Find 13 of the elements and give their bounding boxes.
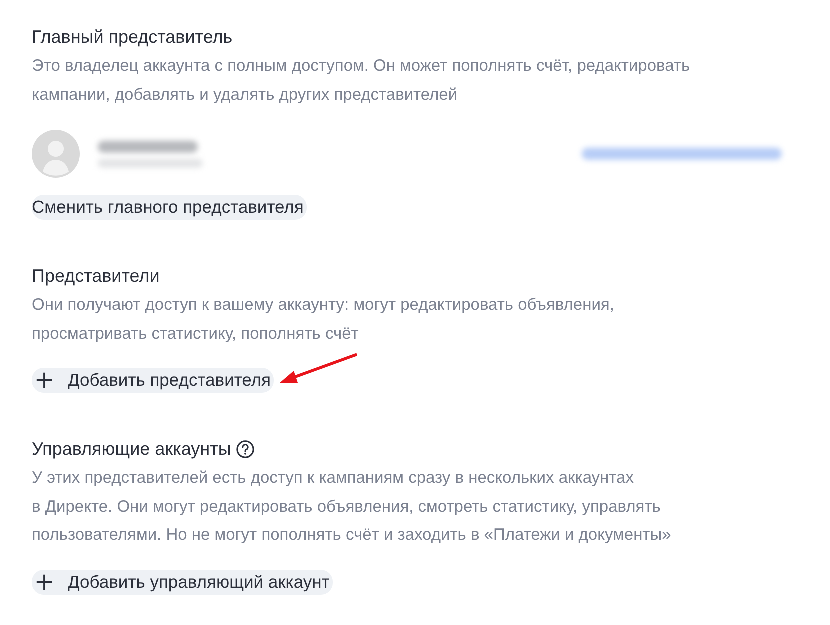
section-title: Главный представитель [32, 26, 233, 48]
plus-icon [35, 371, 54, 390]
help-icon[interactable] [236, 440, 256, 458]
change-button[interactable]: Сменить главного представителя [32, 195, 307, 220]
section-title: Управляющие аккаунты [32, 438, 232, 460]
plus-icon [35, 572, 54, 592]
section-description: Они получают доступ к вашему аккаунту: могут редактировать объявления, просматривать статистику, пополнять счёт [32, 295, 616, 344]
add-button[interactable]: Добавить управляющий аккаунт [32, 570, 333, 594]
section-description: У этих представителей есть доступ к кампаниям сразу в нескольких аккаунтах в Директе. Они могут редактировать объявления, смотреть статистику, управлять пользователями. Но не могут пополнять счёт и заходить в «Платежи и документы» [32, 468, 672, 546]
section-description: Это владелец аккаунта с полным доступом. Он может пополнять счёт, редактировать кампании, добавлять и удалять других представителей [32, 56, 692, 106]
section-title: Представители [32, 266, 160, 286]
avatar-icon [32, 130, 80, 178]
add-button[interactable]: Добавить представителя [32, 368, 274, 393]
